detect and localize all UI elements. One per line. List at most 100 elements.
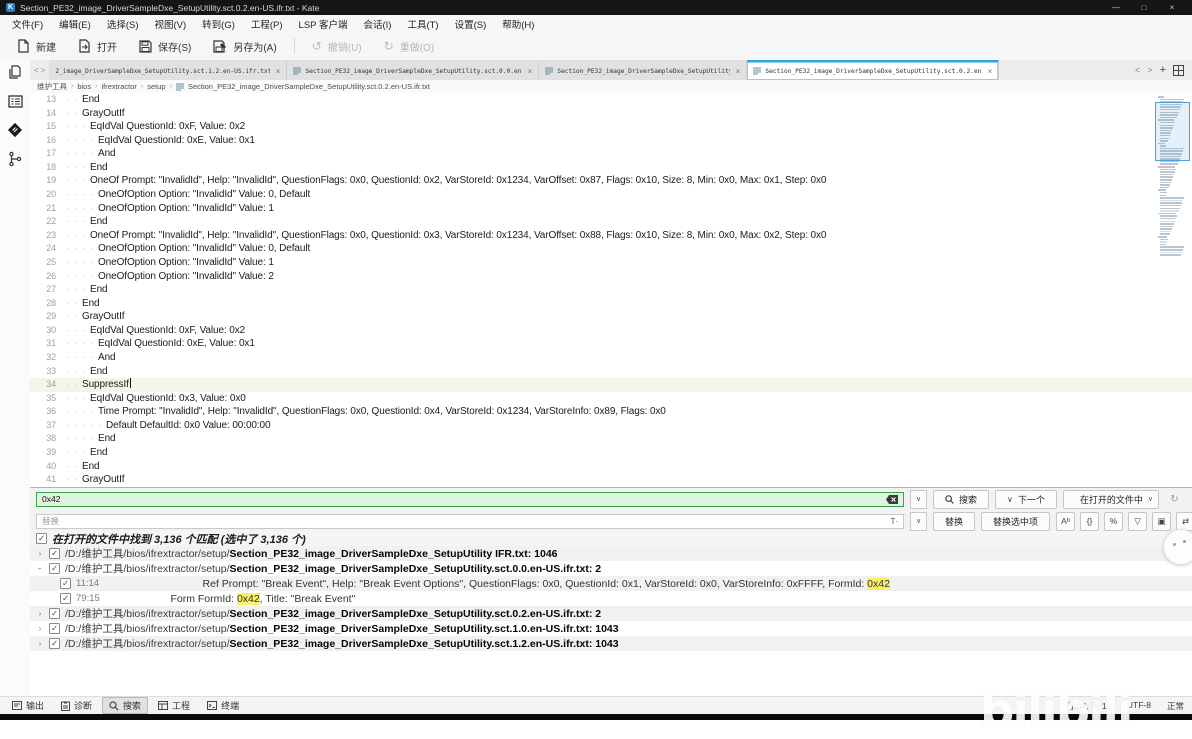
menu-item[interactable]: LSP 客户端 — [291, 16, 356, 32]
menu-item[interactable]: 会话(I) — [355, 16, 399, 32]
editor-line[interactable]: 37 · · · · · Default DefaultId: 0x0 Value: 00:… — [30, 419, 1192, 433]
editor-line[interactable]: 39 · · · End — [30, 446, 1192, 460]
minimap-scrollbar[interactable] — [1155, 96, 1190, 348]
tab-scroll-right-icon[interactable]: > — [1147, 65, 1152, 75]
tab-active[interactable]: Section_PE32_image_DriverSampleDxe_Setup… — [747, 60, 1000, 80]
replace-history-chevron-down-icon[interactable]: ∨ — [910, 511, 927, 531]
text-format-icon[interactable]: T· — [890, 517, 898, 526]
editor-line[interactable]: 27 · · · End — [30, 283, 1192, 297]
filelist-icon[interactable] — [6, 92, 24, 110]
new-tab-button[interactable]: + — [1160, 64, 1166, 76]
editor-line[interactable]: 24 · · · · OneOfOption Option: "InvalidId" Va… — [30, 242, 1192, 256]
editor-line[interactable]: 41 · · GrayOutIf — [30, 473, 1192, 487]
checkbox-checked[interactable]: ✓ — [60, 578, 71, 589]
editor-line[interactable]: 13 · · End — [30, 93, 1192, 107]
editor-line[interactable]: 29 · · GrayOutIf — [30, 310, 1192, 324]
menu-item[interactable]: 工程(P) — [243, 16, 291, 32]
checkbox-checked[interactable]: ✓ — [49, 563, 60, 574]
regex-icon[interactable]: {} — [1080, 511, 1100, 531]
match-case-icon[interactable]: Aᵇ — [1056, 511, 1076, 531]
editor-line[interactable]: 26 · · · · OneOfOption Option: "InvalidId" Va… — [30, 270, 1192, 284]
replace-input[interactable]: 替换 T· — [36, 513, 904, 529]
search-input[interactable]: 0x42 — [36, 491, 904, 507]
checkbox-checked[interactable]: ✓ — [36, 533, 47, 544]
editor-line[interactable]: 28 · · End — [30, 297, 1192, 311]
chevron-right-icon[interactable]: › — [36, 624, 44, 633]
editor-line[interactable]: 15 · · · EqIdVal QuestionId: 0xF, Value: 0x2 — [30, 120, 1192, 134]
editor-line[interactable]: 22 · · · End — [30, 215, 1192, 229]
editor-line[interactable]: 30 · · · EqIdVal QuestionId: 0xF, Value: 0x2 — [30, 324, 1192, 338]
tool-diamond-icon[interactable] — [6, 121, 24, 139]
next-match-button[interactable]: ∨ 下一个 — [995, 489, 1057, 509]
result-match-row[interactable]: ✓ 79:15 Form FormId: 0x42, Title: "Break … — [30, 591, 1192, 606]
refresh-search-icon[interactable]: ↻ — [1165, 490, 1184, 509]
save-button[interactable]: 保存(S) — [128, 35, 202, 58]
toolview-toggle-输出[interactable]: 输出 — [5, 697, 51, 714]
chevron-right-icon[interactable]: › — [36, 609, 44, 618]
toolview-toggle-工程[interactable]: 工程 — [151, 697, 197, 714]
tab-scroll-left-icon[interactable]: < — [1135, 65, 1140, 75]
expand-results-icon[interactable]: ▣ — [1152, 511, 1172, 531]
clear-search-icon[interactable] — [886, 494, 898, 504]
menu-item[interactable]: 文件(F) — [4, 16, 51, 32]
editor-line[interactable]: 33 · · · End — [30, 365, 1192, 379]
editor-line[interactable]: 36 · · · · Time Prompt: "InvalidId", Help: "I… — [30, 405, 1192, 419]
menu-item[interactable]: 转到(G) — [194, 16, 243, 32]
search-history-chevron-down-icon[interactable]: ∨ — [910, 489, 927, 509]
menu-item[interactable]: 帮助(H) — [494, 16, 542, 32]
toolview-toggle-搜索[interactable]: 搜索 — [102, 697, 149, 714]
editor-line[interactable]: 25 · · · · OneOfOption Option: "InvalidId" Va… — [30, 256, 1192, 270]
checkbox-checked[interactable]: ✓ — [49, 638, 60, 649]
menu-item[interactable]: 编辑(E) — [51, 16, 99, 32]
new-file-button[interactable]: 新建 — [6, 35, 67, 58]
tab[interactable]: 2_image_DriverSampleDxe_SetupUtility.sct… — [49, 60, 288, 80]
result-file-row[interactable]: › ✓ /D:/维护工具/bios/ifrextractor/setup/Secti… — [30, 561, 1192, 576]
editor-area[interactable]: 13 · · End 14 · · GrayOutIf 15 · · · EqIdVal Questio… — [30, 93, 1192, 487]
chevron-right-icon[interactable]: › — [36, 639, 44, 648]
menu-item[interactable]: 工具(T) — [399, 16, 446, 32]
tab[interactable]: Section_PE32_image_DriverSampleDxe_Setup… — [287, 60, 540, 80]
filter-icon[interactable]: ▽ — [1128, 511, 1148, 531]
tab[interactable]: Section_PE32_image_DriverSampleDxe_Setup… — [539, 60, 748, 80]
result-file-row[interactable]: › ✓ /D:/维护工具/bios/ifrextractor/setup/Secti… — [30, 636, 1192, 651]
editor-line[interactable]: 23 · · · OneOf Prompt: "InvalidId", Help: "I… — [30, 229, 1192, 243]
editor-line[interactable]: 34 · · SuppressIf — [30, 378, 1192, 392]
breadcrumb-segment[interactable]: 维护工具 — [37, 81, 67, 92]
replace-button[interactable]: 替换 — [933, 511, 976, 531]
toolview-toggle-诊断[interactable]: 诊断 — [54, 697, 99, 714]
tab-close-icon[interactable]: × — [988, 67, 993, 76]
tab-close-icon[interactable]: × — [736, 67, 741, 76]
chevron-down-icon[interactable]: › — [36, 565, 45, 573]
menu-item[interactable]: 设置(S) — [447, 16, 495, 32]
checkbox-checked[interactable]: ✓ — [49, 623, 60, 634]
maximize-icon[interactable]: □ — [1130, 3, 1158, 12]
editor-line[interactable]: 21 · · · · OneOfOption Option: "InvalidId" Va… — [30, 202, 1192, 216]
result-match-row[interactable]: ✓ 11:14 Ref Prompt: "Break Event", Help: … — [30, 576, 1192, 591]
result-file-row[interactable]: › ✓ /D:/维护工具/bios/ifrextractor/setup/Secti… — [30, 546, 1192, 561]
tab-close-icon[interactable]: × — [528, 67, 533, 76]
editor-line[interactable]: 18 · · · End — [30, 161, 1192, 175]
open-file-button[interactable]: 打开 — [67, 35, 128, 58]
checkbox-checked[interactable]: ✓ — [49, 608, 60, 619]
search-scope-combobox[interactable]: 在打开的文件中 ∨ — [1062, 489, 1159, 509]
minimap-viewport[interactable] — [1155, 102, 1190, 161]
close-icon[interactable]: × — [1158, 3, 1186, 12]
branch-icon[interactable] — [6, 150, 24, 168]
breadcrumb-segment[interactable]: bios — [77, 82, 91, 91]
editor-line[interactable]: 16 · · · · EqIdVal QuestionId: 0xE, Value: 0x… — [30, 134, 1192, 148]
search-button[interactable]: 搜索 — [933, 489, 990, 509]
editor-line[interactable]: 20 · · · · OneOfOption Option: "InvalidId" Va… — [30, 188, 1192, 202]
chevron-right-icon[interactable]: › — [36, 549, 44, 558]
tab-history-forward-icon[interactable]: > — [41, 66, 46, 75]
editor-line[interactable]: 17 · · · · And — [30, 147, 1192, 161]
floating-widget[interactable] — [1163, 529, 1192, 565]
editor-line[interactable]: 35 · · · EqIdVal QuestionId: 0x3, Value: 0x0 — [30, 392, 1192, 406]
result-file-row[interactable]: › ✓ /D:/维护工具/bios/ifrextractor/setup/Secti… — [30, 621, 1192, 636]
editor-line[interactable]: 14 · · GrayOutIf — [30, 107, 1192, 121]
documents-icon[interactable] — [6, 63, 24, 81]
split-view-icon[interactable] — [1173, 64, 1184, 76]
placeholders-icon[interactable]: % — [1104, 511, 1124, 531]
editor-line[interactable]: 19 · · · OneOf Prompt: "InvalidId", Help: "I… — [30, 174, 1192, 188]
menu-item[interactable]: 视图(V) — [146, 16, 194, 32]
save-as-button[interactable]: 另存为(A) — [202, 35, 287, 58]
